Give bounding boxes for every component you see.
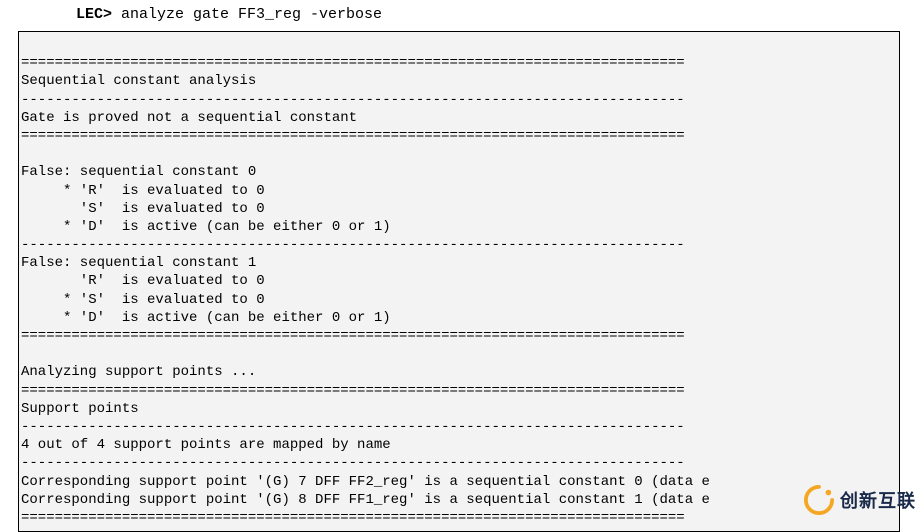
false0-s: 'S' is evaluated to 0 [21,201,265,217]
watermark-logo-icon [804,485,834,515]
command-text: analyze gate FF3_reg -verbose [112,6,382,23]
separator-double: ========================================… [21,510,685,526]
false1-header: False: sequential constant 1 [21,255,256,271]
separator-double: ========================================… [21,55,685,71]
watermark: 创新互联 [802,481,918,519]
false0-header: False: sequential constant 0 [21,164,256,180]
support-header: Support points [21,401,139,417]
separator-dash: ----------------------------------------… [21,419,685,435]
support-count: 4 out of 4 support points are mapped by … [21,437,391,453]
separator-double: ========================================… [21,383,685,399]
false1-d: * 'D' is active (can be either 0 or 1) [21,310,391,326]
separator-dash: ----------------------------------------… [21,455,685,471]
result-line: Gate is proved not a sequential constant [21,110,357,126]
false1-r: 'R' is evaluated to 0 [21,273,265,289]
corresponding-1: Corresponding support point '(G) 7 DFF F… [21,474,710,490]
terminal-output: ========================================… [18,31,900,532]
section-header: Sequential constant analysis [21,73,256,89]
separator-double: ========================================… [21,328,685,344]
corresponding-2: Corresponding support point '(G) 8 DFF F… [21,492,710,508]
prompt-label: LEC> [76,6,112,23]
separator-dash: ----------------------------------------… [21,92,685,108]
false0-d: * 'D' is active (can be either 0 or 1) [21,219,391,235]
separator-dash: ----------------------------------------… [21,237,685,253]
false0-r: * 'R' is evaluated to 0 [21,183,265,199]
watermark-text: 创新互联 [840,487,916,513]
analyzing-line: Analyzing support points ... [21,364,256,380]
command-prompt-line: LEC> analyze gate FF3_reg -verbose [0,0,918,29]
separator-double: ========================================… [21,128,685,144]
false1-s: * 'S' is evaluated to 0 [21,292,265,308]
